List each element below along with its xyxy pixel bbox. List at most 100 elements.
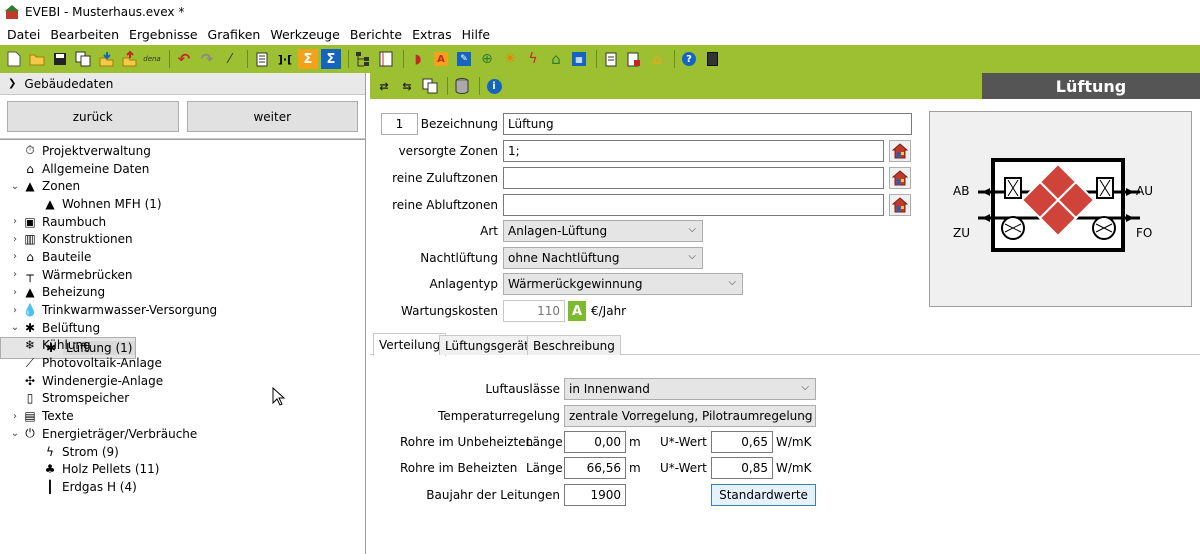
back-button[interactable]: zurück: [7, 101, 179, 132]
tree-item[interactable]: ┃ Erdgas H (4): [0, 478, 365, 496]
tree-item[interactable]: ⏱ Projektverwaltung: [0, 142, 365, 160]
compare-icon[interactable]: ]·[: [275, 49, 295, 69]
menu-werkzeuge[interactable]: Werkzeuge: [265, 27, 345, 42]
auto-value-badge[interactable]: A: [568, 301, 586, 321]
expander-icon[interactable]: ⌄: [8, 428, 22, 439]
tab-beschreibung[interactable]: Beschreibung: [527, 335, 621, 355]
unbeheizt-laenge-input[interactable]: 0,00: [564, 431, 626, 453]
versorgte-zonen-input[interactable]: 1;: [503, 140, 884, 162]
redo-icon[interactable]: ↷: [197, 49, 217, 69]
split-add-icon[interactable]: ⇄: [374, 76, 394, 96]
copy-icon[interactable]: [73, 49, 93, 69]
tree-item[interactable]: ♣ Holz Pellets (11): [0, 460, 365, 478]
bolt-icon[interactable]: ϟ: [523, 49, 543, 69]
wartungskosten-input[interactable]: 110: [503, 300, 565, 322]
dena-icon[interactable]: dena: [142, 49, 162, 69]
temperaturregelung-select[interactable]: zentrale Vorregelung, Pilotraumregelung ⌵: [564, 405, 816, 427]
calculator-icon[interactable]: [702, 49, 722, 69]
art-select[interactable]: Anlagen-Lüftung ⌵: [503, 220, 703, 242]
menu-hilfe[interactable]: Hilfe: [457, 27, 495, 42]
sum-icon[interactable]: Σ: [298, 49, 318, 69]
export-icon[interactable]: [119, 49, 139, 69]
info-icon[interactable]: i: [484, 76, 504, 96]
import-icon[interactable]: [96, 49, 116, 69]
new-icon[interactable]: [4, 49, 24, 69]
tree-item[interactable]: › ⌂ Bauteile: [0, 248, 365, 266]
expander-icon[interactable]: ›: [8, 269, 22, 280]
luftauslaesse-select[interactable]: in Innenwand ⌵: [564, 378, 816, 400]
tree-item[interactable]: ⌄ ✱ Belüftung: [0, 319, 365, 337]
save-icon[interactable]: [50, 49, 70, 69]
menu-ergebnisse[interactable]: Ergebnisse: [124, 27, 203, 42]
house-outline-icon[interactable]: ⌂: [647, 49, 667, 69]
undo-icon[interactable]: ↶: [174, 49, 194, 69]
baujahr-input[interactable]: 1900: [564, 484, 626, 506]
hierarchy-icon[interactable]: [353, 49, 373, 69]
edit-icon[interactable]: ✎: [454, 49, 474, 69]
calc-icon[interactable]: ▦: [569, 49, 589, 69]
expander-icon[interactable]: ›: [8, 234, 22, 245]
tree-item[interactable]: ⌄ ▲ Zonen: [0, 177, 365, 195]
menu-grafiken[interactable]: Grafiken: [203, 27, 266, 42]
expander-icon[interactable]: ⌄: [8, 181, 22, 192]
zone-picker-button[interactable]: [889, 140, 911, 162]
split-remove-icon[interactable]: ⇆: [397, 76, 417, 96]
tree-item[interactable]: › ┬ Wärmebrücken: [0, 266, 365, 284]
database-icon[interactable]: [452, 76, 472, 96]
roof-icon[interactable]: ◗: [408, 49, 428, 69]
wizard-icon[interactable]: ⁄: [220, 49, 240, 69]
menu-datei[interactable]: Datei: [2, 27, 45, 42]
doc-red-icon[interactable]: [624, 49, 644, 69]
tree-item[interactable]: ϟ Strom (9): [0, 443, 365, 461]
sum-blue-icon[interactable]: Σ: [321, 49, 341, 69]
expander-icon[interactable]: ›: [8, 251, 22, 262]
beheizt-uwert-input[interactable]: 0,85: [711, 457, 773, 479]
tree-item[interactable]: ⌂ Allgemeine Daten: [0, 160, 365, 178]
globe-icon[interactable]: ⊕: [477, 49, 497, 69]
a-icon[interactable]: A: [431, 49, 451, 69]
tree-item[interactable]: › ▥ Konstruktionen: [0, 230, 365, 248]
next-button[interactable]: weiter: [186, 101, 358, 132]
tree-item[interactable]: ⟋ Photovoltaik-Anlage: [0, 354, 365, 372]
nachtlueftung-select[interactable]: ohne Nachtlüftung ⌵: [503, 247, 703, 269]
water-drop-icon: 💧: [22, 303, 38, 318]
unbeheizt-uwert-input[interactable]: 0,65: [711, 431, 773, 453]
tree-item[interactable]: ⌄ ⏻ Energieträger/Verbräuche: [0, 425, 365, 443]
tree-item[interactable]: › 💧 Trinkwarmwasser-Versorgung: [0, 301, 365, 319]
house-icon[interactable]: ⌂: [546, 49, 566, 69]
expander-icon[interactable]: ›: [8, 287, 22, 298]
tree-item[interactable]: › ▲ Beheizung: [0, 284, 365, 302]
list-icon[interactable]: [376, 49, 396, 69]
copy-icon[interactable]: [420, 76, 440, 96]
menu-extras[interactable]: Extras: [407, 27, 457, 42]
standardwerte-button[interactable]: Standardwerte: [711, 484, 816, 506]
help-icon[interactable]: ?: [679, 49, 699, 69]
tree-item[interactable]: ▯ Stromspeicher: [0, 390, 365, 408]
zuluft-picker-button[interactable]: [889, 167, 911, 189]
expander-icon[interactable]: ⌄: [8, 322, 22, 333]
tree-item[interactable]: ✣ Windenergie-Anlage: [0, 372, 365, 390]
expander-icon[interactable]: ›: [8, 216, 22, 227]
open-icon[interactable]: [27, 49, 47, 69]
tab-verteilung[interactable]: Verteilung: [373, 333, 447, 356]
tree-item[interactable]: ▲ Wohnen MFH (1): [0, 195, 365, 213]
report-icon[interactable]: [252, 49, 272, 69]
expander-icon[interactable]: ›: [8, 411, 22, 422]
abluft-picker-button[interactable]: [889, 194, 911, 216]
tree-item[interactable]: ❄ Kühlung: [0, 337, 365, 355]
pane-header[interactable]: ❯ Gebäudedaten: [0, 73, 365, 95]
collapse-icon[interactable]: ❯: [8, 78, 16, 89]
menu-bearbeiten[interactable]: Bearbeiten: [45, 27, 124, 42]
anlagentyp-select[interactable]: Wärmerückgewinnung ⌵: [503, 273, 743, 295]
abluftzonen-input[interactable]: [503, 194, 884, 216]
sun-icon[interactable]: ☀: [500, 49, 520, 69]
expander-icon[interactable]: ›: [8, 305, 22, 316]
menu-berichte[interactable]: Berichte: [345, 27, 407, 42]
beheizt-laenge-input[interactable]: 66,56: [564, 457, 626, 479]
tree-item[interactable]: › ▣ Raumbuch: [0, 213, 365, 231]
bezeichnung-input[interactable]: Lüftung: [503, 113, 912, 135]
doc-icon[interactable]: [601, 49, 621, 69]
tab-lueftungsgeraet[interactable]: Lüftungsgerät: [439, 335, 535, 355]
zuluftzonen-input[interactable]: [503, 167, 884, 189]
tree-item[interactable]: › ▤ Texte: [0, 407, 365, 425]
